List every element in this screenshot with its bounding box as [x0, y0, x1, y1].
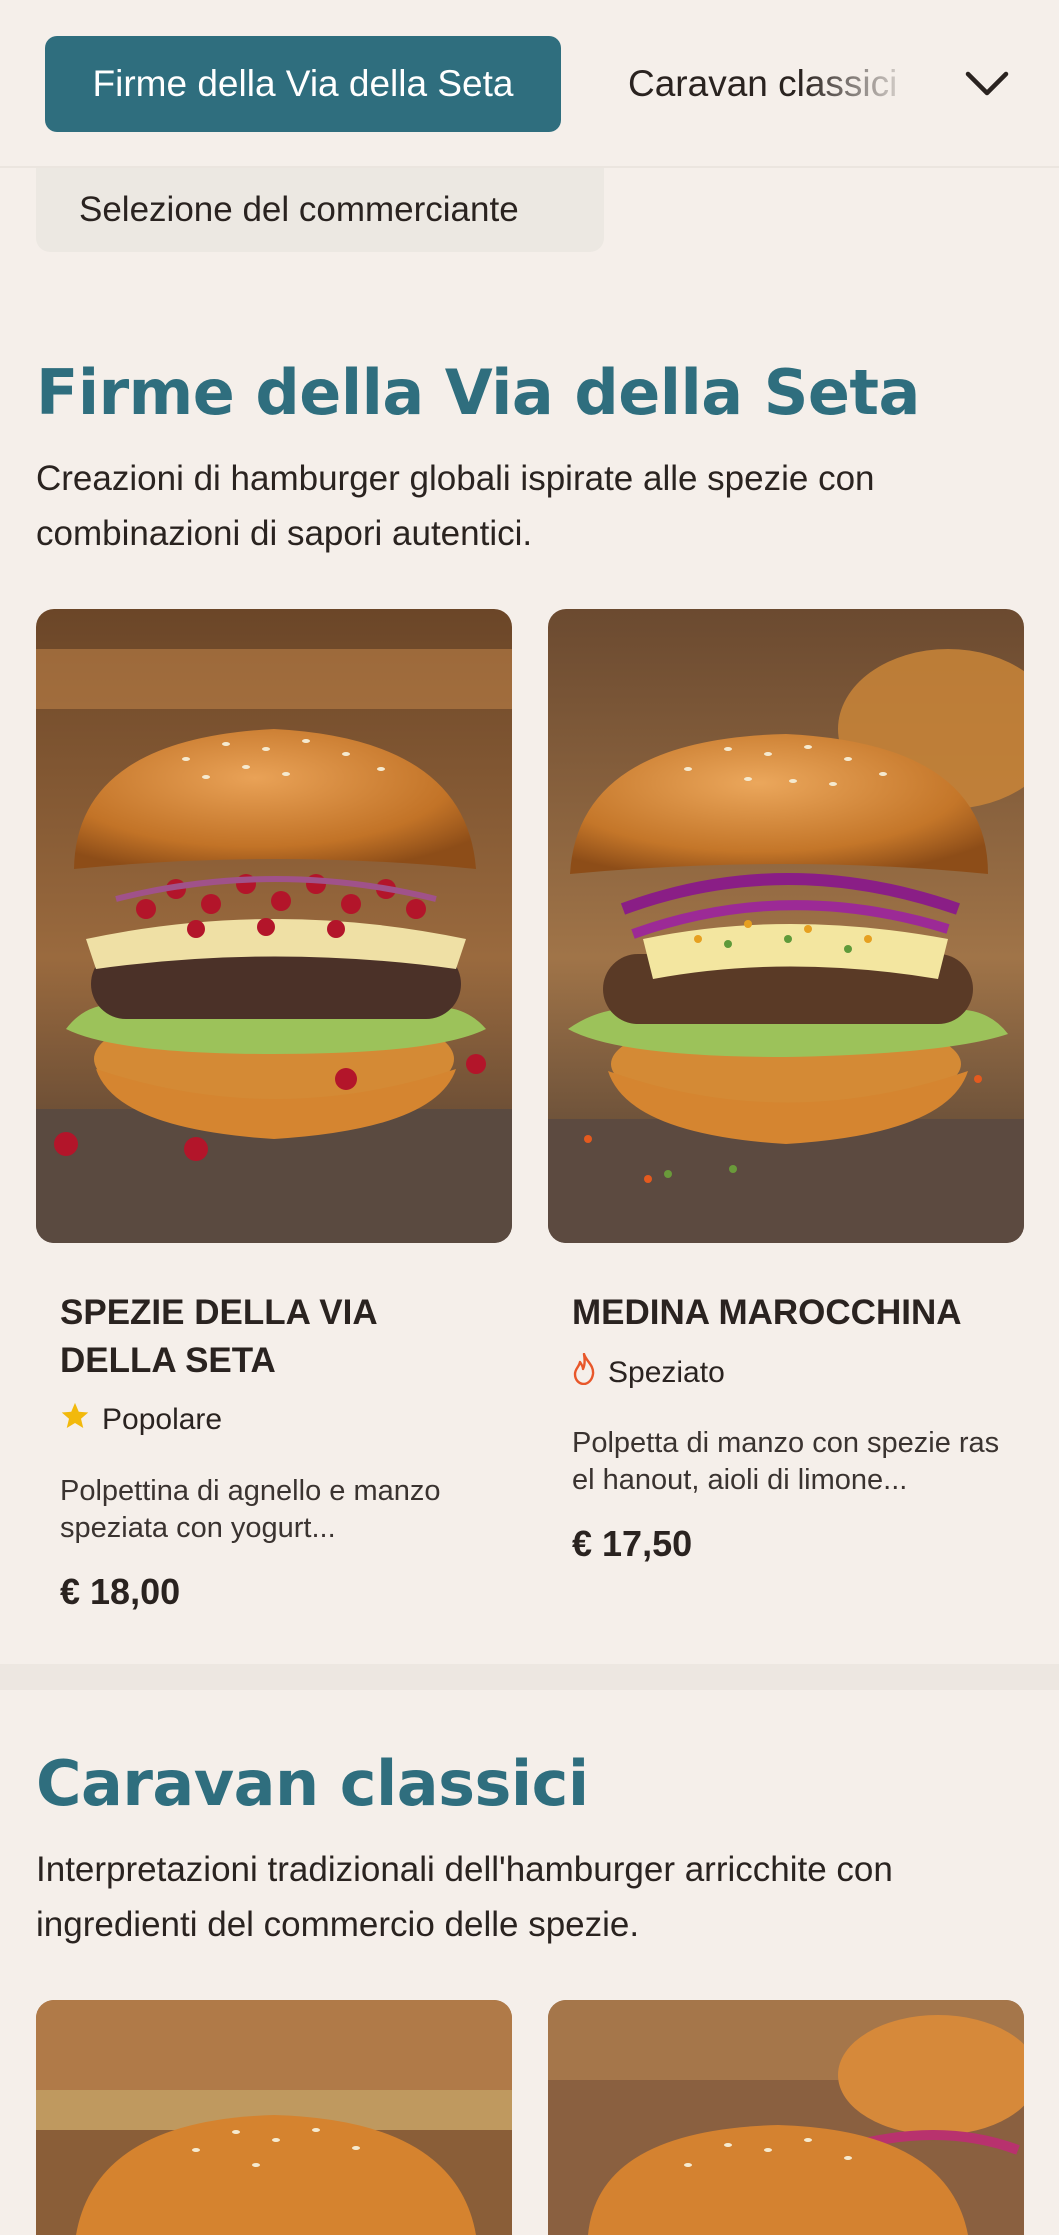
item-price: € 18,00: [60, 1571, 181, 1612]
menu-item-card[interactable]: [548, 2000, 1024, 2235]
star-icon: [60, 1401, 90, 1439]
section-divider: [0, 1664, 1059, 1690]
item-price: € 17,50: [572, 1523, 693, 1564]
section-description: Interpretazioni tradizionali dell'hambur…: [36, 1850, 893, 1944]
burger-image: [548, 609, 1024, 1243]
section-title: Firme della Via della Seta: [36, 356, 920, 429]
item-tag: Popolare: [60, 1401, 222, 1439]
chevron-down-icon[interactable]: [960, 60, 1014, 108]
category-nav: Firme della Via della Seta Caravan class…: [0, 0, 1059, 168]
section-description: Creazioni di hamburger globali ispirate …: [36, 459, 875, 553]
item-description: Polpettina di agnello e manzo speziata c…: [60, 1475, 441, 1544]
item-tag-label: Popolare: [102, 1403, 223, 1436]
item-name: SPEZIE DELLA VIA DELLA SETA: [60, 1293, 377, 1380]
burger-image: [36, 2000, 512, 2235]
menu-item-card[interactable]: SPEZIE DELLA VIA DELLA SETA Popolare Pol…: [36, 609, 512, 1639]
tab-firme-via-della-seta[interactable]: Firme della Via della Seta: [45, 36, 561, 132]
item-tag-label: Speziato: [608, 1356, 725, 1389]
subtab-selezione-commerciante[interactable]: Selezione del commerciante: [36, 168, 604, 252]
item-tag: Speziato: [572, 1352, 725, 1393]
burger-image: [36, 609, 512, 1243]
tab-caravan-classici[interactable]: Caravan classici: [628, 36, 918, 132]
menu-item-card[interactable]: [36, 2000, 512, 2235]
menu-item-card[interactable]: MEDINA MAROCCHINA Speziato Polpetta di m…: [548, 609, 1024, 1639]
burger-image: [548, 2000, 1024, 2235]
flame-icon: [572, 1352, 596, 1393]
item-description: Polpetta di manzo con spezie ras el hano…: [572, 1427, 1000, 1496]
item-name: MEDINA MAROCCHINA: [572, 1293, 962, 1332]
section-title: Caravan classici: [36, 1747, 589, 1820]
